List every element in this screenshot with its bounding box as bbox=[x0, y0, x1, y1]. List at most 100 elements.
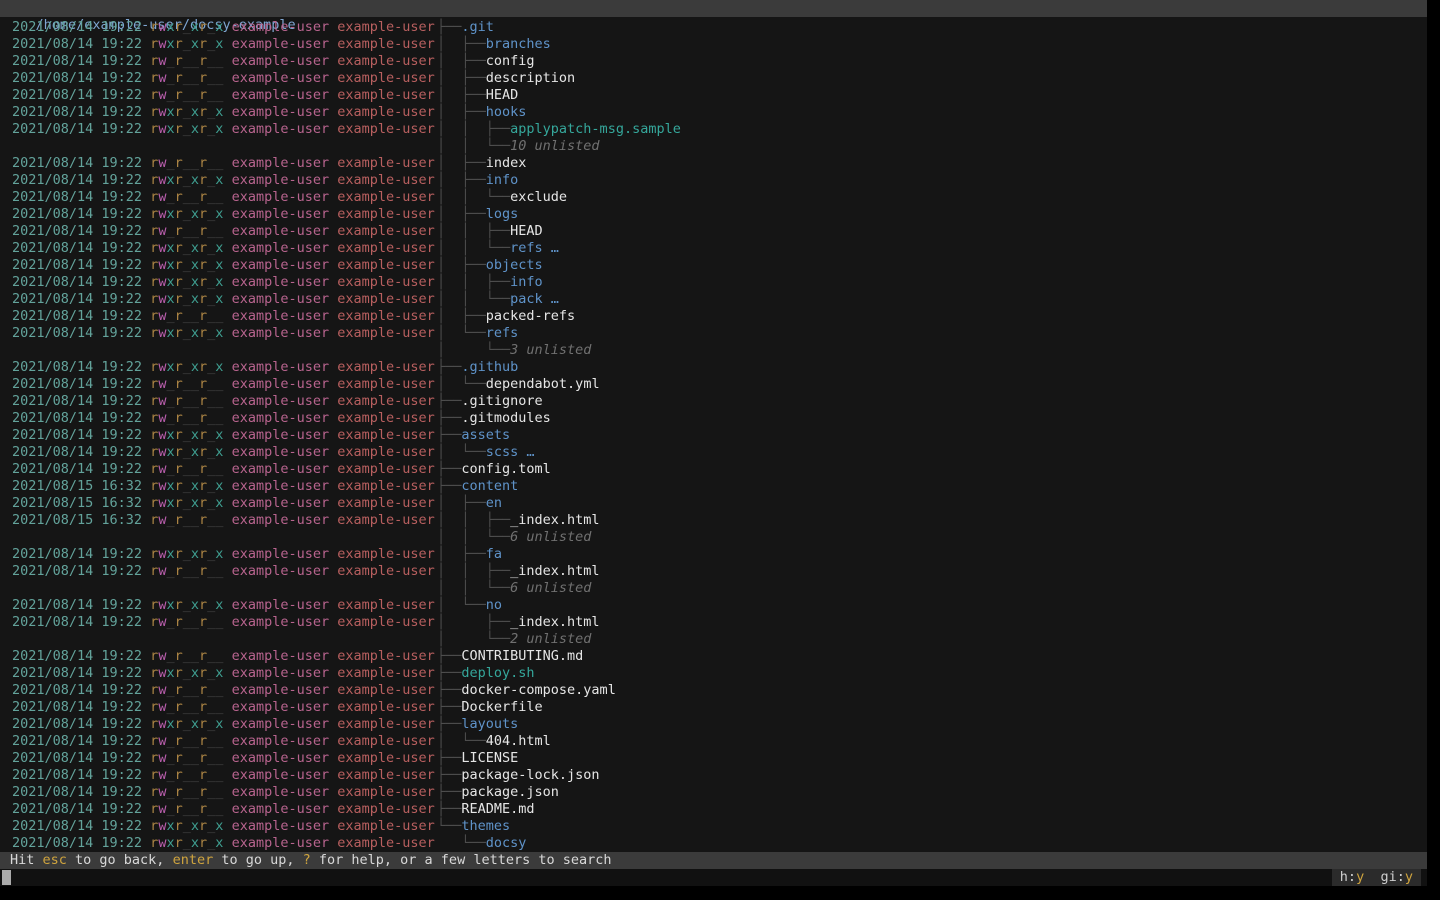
tree-item[interactable]: index bbox=[486, 155, 527, 171]
tree-item[interactable]: deploy.sh bbox=[461, 665, 534, 681]
permission-char: r bbox=[175, 121, 183, 137]
tree-item[interactable]: no bbox=[486, 597, 502, 613]
tree-branch-line: │ │ └── bbox=[437, 291, 510, 307]
permission-char: x bbox=[191, 19, 199, 35]
search-input[interactable]: h:y gi:y bbox=[0, 869, 1427, 886]
tree-item[interactable]: assets bbox=[461, 427, 510, 443]
tree-item[interactable]: LICENSE bbox=[461, 750, 518, 766]
tree-item[interactable]: en bbox=[486, 495, 502, 511]
file-row: 2021/08/14 19:22 rwxr_xr_x example-user … bbox=[12, 36, 681, 53]
permission-char: _ bbox=[191, 750, 199, 766]
modified-date: 2021/08/14 19:22 bbox=[12, 733, 150, 749]
permission-char: _ bbox=[183, 767, 191, 783]
file-metadata: 2021/08/14 19:22 rwxr_xr_x example-user … bbox=[12, 172, 437, 189]
permissions: rw_r__r__ bbox=[150, 767, 223, 783]
permission-char: _ bbox=[191, 512, 199, 528]
permission-char: _ bbox=[166, 682, 174, 698]
permission-char: x bbox=[166, 291, 174, 307]
tree-item[interactable]: Dockerfile bbox=[461, 699, 542, 715]
tree-item[interactable]: HEAD bbox=[486, 87, 519, 103]
permission-char: _ bbox=[183, 291, 191, 307]
tree-item[interactable]: package-lock.json bbox=[461, 767, 599, 783]
tree-item[interactable]: branches bbox=[486, 36, 551, 52]
tree-item[interactable]: fa bbox=[486, 546, 502, 562]
tree-item[interactable]: .gitignore bbox=[461, 393, 542, 409]
permissions: rwxr_xr_x bbox=[150, 240, 223, 256]
tree-item[interactable]: docker-compose.yaml bbox=[461, 682, 615, 698]
group: example-user bbox=[337, 512, 435, 528]
owner: example-user bbox=[232, 427, 338, 443]
file-row: 2021/08/14 19:22 rw_r__r__ example-user … bbox=[12, 461, 681, 478]
file-metadata: 2021/08/14 19:22 rw_r__r__ example-user … bbox=[12, 393, 437, 410]
tree-item[interactable]: objects bbox=[486, 257, 543, 273]
tree-item[interactable]: hooks bbox=[486, 104, 527, 120]
tree-item[interactable]: docsy bbox=[486, 835, 527, 851]
permission-char: r bbox=[175, 750, 183, 766]
permission-char: _ bbox=[191, 614, 199, 630]
tree-item[interactable]: _index.html bbox=[510, 614, 599, 630]
file-row: 2021/08/14 19:22 rwxr_xr_x example-user … bbox=[12, 597, 681, 614]
permission-char: x bbox=[166, 104, 174, 120]
tree-item[interactable]: .git bbox=[461, 19, 494, 35]
permission-char: _ bbox=[191, 70, 199, 86]
tree-item[interactable]: themes bbox=[461, 818, 510, 834]
modified-date: 2021/08/14 19:22 bbox=[12, 240, 150, 256]
tree-item[interactable]: logs bbox=[486, 206, 519, 222]
toggle-flags[interactable]: h:y gi:y bbox=[1332, 869, 1421, 886]
tree-item[interactable]: info bbox=[510, 274, 543, 290]
spacer bbox=[223, 410, 231, 426]
permission-char: x bbox=[191, 121, 199, 137]
tree-item[interactable]: .gitmodules bbox=[461, 410, 550, 426]
root-path-bar[interactable]: /home/example-user/docsy-example bbox=[0, 0, 1427, 17]
tree-item[interactable]: package.json bbox=[461, 784, 559, 800]
tree-item[interactable]: content bbox=[461, 478, 518, 494]
group: example-user bbox=[337, 410, 435, 426]
file-row: │ │ └──6 unlisted bbox=[12, 580, 681, 597]
permission-char: r bbox=[199, 767, 207, 783]
tree-item[interactable]: description bbox=[486, 70, 575, 86]
spacer bbox=[223, 461, 231, 477]
tree-item[interactable]: pack bbox=[510, 291, 543, 307]
permission-char: r bbox=[199, 274, 207, 290]
tree-item[interactable]: 404.html bbox=[486, 733, 551, 749]
tree-item[interactable]: .github bbox=[461, 359, 518, 375]
tree-item[interactable]: README.md bbox=[461, 801, 534, 817]
owner: example-user bbox=[232, 359, 338, 375]
tree-item[interactable]: CONTRIBUTING.md bbox=[461, 648, 583, 664]
group: example-user bbox=[337, 835, 435, 851]
tree-item[interactable]: refs bbox=[486, 325, 519, 341]
file-metadata: 2021/08/14 19:22 rw_r__r__ example-user … bbox=[12, 733, 437, 750]
tree-item[interactable]: exclude bbox=[510, 189, 567, 205]
permission-char: r bbox=[175, 699, 183, 715]
tree-item[interactable]: config bbox=[486, 53, 535, 69]
file-metadata: 2021/08/14 19:22 rw_r__r__ example-user … bbox=[12, 750, 437, 767]
broot-terminal: /home/example-user/docsy-example 2021/08… bbox=[0, 0, 1427, 886]
spacer bbox=[223, 376, 231, 392]
owner: example-user bbox=[232, 648, 338, 664]
tree-item[interactable]: scss bbox=[486, 444, 519, 460]
owner: example-user bbox=[232, 291, 338, 307]
tree-item[interactable]: _index.html bbox=[510, 563, 599, 579]
permission-char: x bbox=[191, 546, 199, 562]
tree-item[interactable]: layouts bbox=[461, 716, 518, 732]
modified-date: 2021/08/14 19:22 bbox=[12, 121, 150, 137]
tree-item[interactable]: HEAD bbox=[510, 223, 543, 239]
tree-item[interactable]: info bbox=[486, 172, 519, 188]
tree-item[interactable]: applypatch-msg.sample bbox=[510, 121, 681, 137]
tree-item[interactable]: refs bbox=[510, 240, 543, 256]
permission-char: x bbox=[166, 19, 174, 35]
tree-item[interactable]: config.toml bbox=[461, 461, 550, 477]
text-cursor-block bbox=[2, 870, 11, 885]
owner: example-user bbox=[232, 512, 338, 528]
tree-item[interactable]: packed-refs bbox=[486, 308, 575, 324]
permissions: rwxr_xr_x bbox=[150, 478, 223, 494]
tree-item[interactable]: dependabot.yml bbox=[486, 376, 600, 392]
permission-char: r bbox=[199, 376, 207, 392]
tree-item[interactable]: _index.html bbox=[510, 512, 599, 528]
file-row: 2021/08/14 19:22 rwxr_xr_x example-user … bbox=[12, 835, 681, 852]
spacer bbox=[223, 512, 231, 528]
owner: example-user bbox=[232, 325, 338, 341]
permission-char: x bbox=[191, 835, 199, 851]
file-metadata: 2021/08/14 19:22 rwxr_xr_x example-user … bbox=[12, 444, 437, 461]
permission-char: x bbox=[166, 257, 174, 273]
